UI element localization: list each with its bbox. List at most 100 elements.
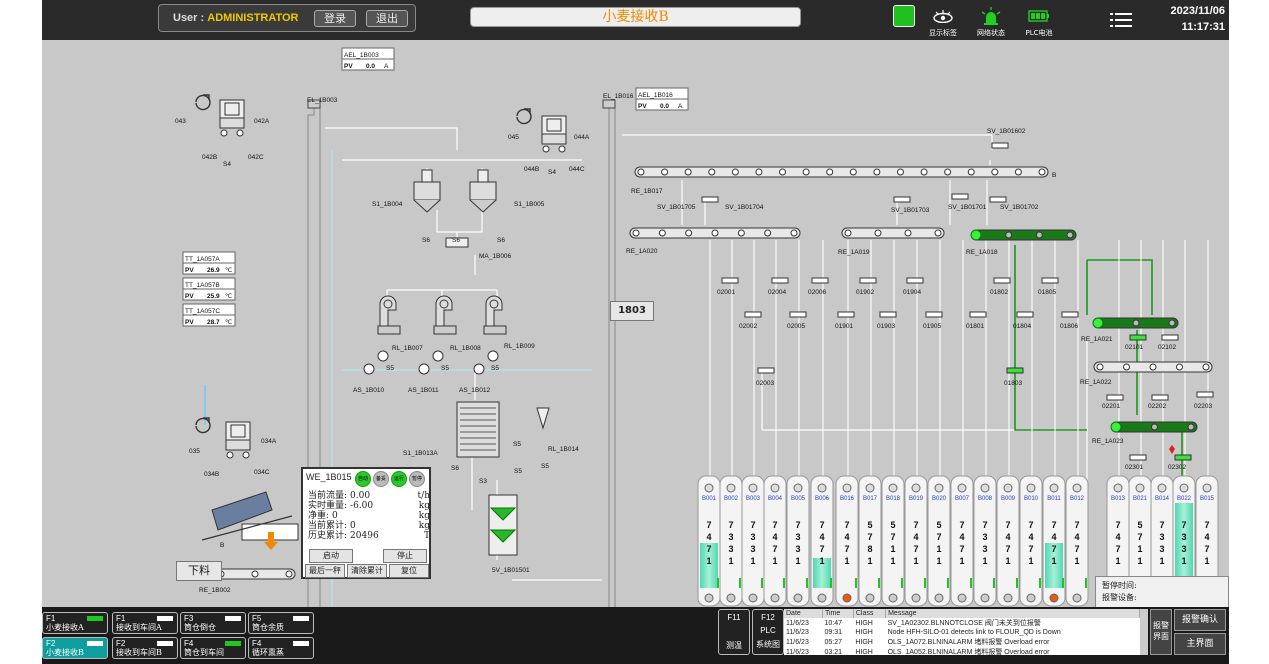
- slide-gate-icon[interactable]: [1016, 311, 1034, 318]
- silo[interactable]: B01974717471: [904, 475, 928, 607]
- slide-gate-icon[interactable]: [1196, 391, 1214, 398]
- alarm-ack-button[interactable]: 报警确认: [1174, 609, 1226, 631]
- slide-gate-icon[interactable]: [789, 311, 807, 318]
- roller-machine[interactable]: [433, 295, 457, 335]
- silo[interactable]: B01757815781: [858, 475, 882, 607]
- function-key-6[interactable]: F4 筒仓到车间: [180, 637, 246, 659]
- silo[interactable]: B01274717471: [1065, 475, 1089, 607]
- slide-gate-icon[interactable]: [989, 196, 1007, 203]
- roller-machine[interactable]: [377, 295, 401, 335]
- alarm-scrollbar[interactable]: [1140, 609, 1148, 655]
- menu-icon[interactable]: [1110, 12, 1132, 28]
- discharge-button[interactable]: 下料: [176, 561, 222, 581]
- slide-gate-icon[interactable]: [893, 196, 911, 203]
- slide-gate-icon[interactable]: [951, 193, 969, 200]
- slide-gate-icon[interactable]: [1041, 277, 1059, 284]
- conveyor-re-1a023[interactable]: [1110, 421, 1198, 433]
- airlock-icon[interactable]: [377, 350, 389, 362]
- slide-gate-icon[interactable]: [859, 277, 877, 284]
- slide-gate-icon[interactable]: [993, 277, 1011, 284]
- fan-icon[interactable]: [195, 94, 211, 111]
- airlock-icon[interactable]: [487, 350, 499, 362]
- silo[interactable]: B00573317331: [786, 475, 810, 607]
- show-labels-button[interactable]: 显示标签: [922, 4, 964, 38]
- silo[interactable]: B01074717471: [1019, 475, 1043, 607]
- conveyor-re-1a018[interactable]: [970, 229, 1077, 241]
- function-key-0[interactable]: F1 小麦接收A: [42, 612, 108, 634]
- airlock-icon[interactable]: [432, 350, 444, 362]
- dust-filter[interactable]: [225, 421, 251, 459]
- silo[interactable]: B00774717471: [950, 475, 974, 607]
- fan-icon[interactable]: [516, 108, 532, 125]
- slide-gate-icon[interactable]: [701, 196, 719, 203]
- logout-button[interactable]: 退出: [366, 10, 408, 27]
- slide-gate-icon[interactable]: [771, 277, 789, 284]
- plc-battery[interactable]: PLC电池: [1018, 4, 1060, 38]
- network-status[interactable]: 网络状态: [970, 4, 1012, 38]
- silo[interactable]: B00474717471: [763, 475, 787, 607]
- start-button[interactable]: 启动: [309, 549, 353, 563]
- silo[interactable]: B00974717471: [996, 475, 1020, 607]
- dust-filter[interactable]: [541, 115, 567, 153]
- silo[interactable]: B00873317331: [973, 475, 997, 607]
- silo[interactable]: B00273317331: [719, 475, 743, 607]
- silo[interactable]: B01674717471: [835, 475, 859, 607]
- clear-total-button[interactable]: 清除累计: [347, 564, 387, 578]
- last-weigh-button[interactable]: 最后一秤: [305, 564, 345, 578]
- conveyor-re-1b017[interactable]: [634, 166, 1049, 178]
- cleaner-unit[interactable]: [413, 169, 441, 213]
- slide-gate-icon[interactable]: [837, 311, 855, 318]
- dust-filter[interactable]: [219, 99, 245, 137]
- elevator-head[interactable]: [602, 99, 616, 109]
- slide-gate-icon[interactable]: [744, 311, 762, 318]
- slide-gate-icon[interactable]: [721, 277, 739, 284]
- silo[interactable]: B01857115711: [881, 475, 905, 607]
- slide-gate-icon[interactable]: [811, 277, 829, 284]
- slide-gate-icon[interactable]: [1129, 454, 1147, 461]
- slide-gate-icon[interactable]: [1151, 394, 1169, 401]
- slide-gate-icon[interactable]: [906, 277, 924, 284]
- slide-gate-icon[interactable]: [969, 311, 987, 318]
- reset-button[interactable]: 复位: [389, 564, 429, 578]
- slide-gate-icon[interactable]: [757, 367, 775, 374]
- fan-icon[interactable]: [195, 417, 211, 434]
- airlock-icon[interactable]: [473, 363, 485, 375]
- conveyor-re-1a020[interactable]: [629, 227, 801, 239]
- silo[interactable]: B01174717471: [1042, 475, 1066, 607]
- function-key-1[interactable]: F1 接收到车间A: [112, 612, 178, 634]
- function-key-5[interactable]: F2 接收到车间B: [112, 637, 178, 659]
- section-1803-button[interactable]: 1803: [610, 301, 654, 321]
- function-key-3[interactable]: F5 筒仓余质: [248, 612, 314, 634]
- slide-gate-icon[interactable]: [991, 142, 1009, 149]
- slide-gate-icon[interactable]: [1061, 311, 1079, 318]
- slide-gate-icon[interactable]: [1174, 454, 1192, 461]
- silo[interactable]: B02057115711: [927, 475, 951, 607]
- main-screen-button[interactable]: 主界面: [1174, 633, 1226, 655]
- cleaner-unit[interactable]: [469, 169, 497, 213]
- silo[interactable]: B00674717471: [810, 475, 834, 607]
- login-button[interactable]: 登录: [314, 10, 356, 27]
- function-key-2[interactable]: F3 筒仓倒仓: [180, 612, 246, 634]
- screen-machine[interactable]: [456, 401, 500, 458]
- airlock-icon[interactable]: [363, 363, 375, 375]
- alarm-list[interactable]: Date Time Class Message 11/6/23 10:47 HIGH…: [784, 609, 1148, 655]
- conveyor-re-1b002[interactable]: [214, 568, 296, 580]
- function-key-4[interactable]: F2 小麦接收B: [42, 637, 108, 659]
- conveyor-re-1a022[interactable]: [1093, 361, 1213, 373]
- silo[interactable]: B00174717471: [697, 475, 721, 607]
- alarm-row[interactable]: 11/6/23 03:21 HIGH OLS_1A052.BLNINALARM 堵料报…: [784, 647, 1140, 656]
- slide-gate-icon[interactable]: [879, 311, 897, 318]
- slide-gate-icon[interactable]: [1129, 334, 1147, 341]
- scale-hopper[interactable]: [488, 494, 518, 556]
- stop-button[interactable]: 停止: [383, 549, 427, 563]
- cyclone-icon[interactable]: [536, 407, 550, 430]
- silo[interactable]: B00373317331: [741, 475, 765, 607]
- function-key-7[interactable]: F4 循环熏蒸: [248, 637, 314, 659]
- slide-gate-icon[interactable]: [1161, 334, 1179, 341]
- plc-system-button[interactable]: F12 PLC 系统图: [752, 609, 784, 655]
- airlock-icon[interactable]: [418, 363, 430, 375]
- slide-gate-icon[interactable]: [1006, 367, 1024, 374]
- alarm-screen-button[interactable]: 报警界面: [1150, 609, 1172, 655]
- conveyor-re-1a021[interactable]: [1092, 317, 1179, 329]
- conveyor-re-1a019[interactable]: [841, 227, 945, 239]
